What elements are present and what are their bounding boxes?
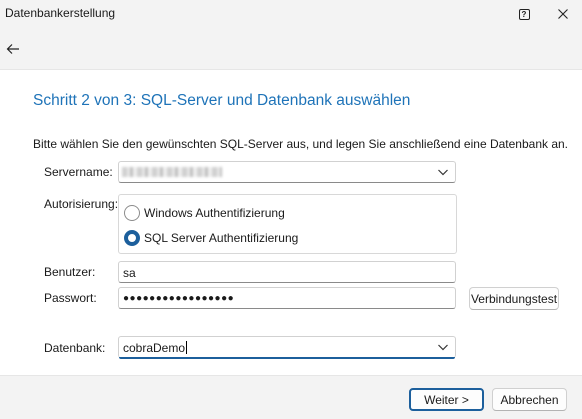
- database-dropdown[interactable]: cobraDemo: [118, 336, 456, 359]
- focus-underline: [119, 357, 455, 359]
- user-value: sa: [123, 266, 136, 280]
- title-bar: Datenbankerstellung ?: [0, 0, 582, 30]
- radio-sql-auth[interactable]: SQL Server Authentifizierung: [124, 229, 298, 247]
- database-value: cobraDemo: [123, 341, 186, 355]
- database-label: Datenbank:: [44, 341, 106, 355]
- navigation-bar: [0, 30, 582, 70]
- auth-options-group: Windows Authentifizierung SQL Server Aut…: [118, 194, 457, 254]
- intro-text: Bitte wählen Sie den gewünschten SQL-Ser…: [33, 137, 569, 151]
- user-input[interactable]: sa: [118, 261, 456, 283]
- help-button[interactable]: ?: [515, 5, 533, 23]
- window-title: Datenbankerstellung: [5, 6, 116, 20]
- cancel-button[interactable]: Abbrechen: [492, 388, 567, 411]
- page-heading: Schritt 2 von 3: SQL-Server und Datenban…: [33, 92, 411, 109]
- chevron-down-icon: [438, 344, 448, 351]
- database-value-wrap: cobraDemo: [123, 341, 188, 355]
- password-value: ●●●●●●●●●●●●●●●●●: [123, 293, 235, 304]
- auth-label: Autorisierung:: [44, 197, 119, 211]
- server-name-redacted: [122, 167, 222, 177]
- server-dropdown[interactable]: [118, 161, 456, 183]
- help-icon: ?: [518, 8, 530, 20]
- chevron-down-icon: [438, 169, 448, 176]
- footer-bar: Weiter > Abbrechen: [0, 375, 582, 419]
- server-label: Servername:: [44, 165, 113, 179]
- text-caret: [186, 341, 188, 354]
- connection-test-button[interactable]: Verbindungstest: [469, 287, 559, 310]
- radio-button-selected[interactable]: [124, 230, 140, 246]
- close-button[interactable]: [553, 4, 573, 24]
- back-arrow-icon: [6, 44, 19, 54]
- radio-label: Windows Authentifizierung: [144, 206, 285, 220]
- radio-windows-auth[interactable]: Windows Authentifizierung: [124, 204, 285, 222]
- radio-label: SQL Server Authentifizierung: [144, 231, 299, 245]
- next-button[interactable]: Weiter >: [409, 388, 484, 411]
- password-input[interactable]: ●●●●●●●●●●●●●●●●●: [118, 287, 456, 309]
- password-label: Passwort:: [44, 291, 97, 305]
- radio-button[interactable]: [124, 205, 140, 221]
- back-button[interactable]: [3, 39, 23, 59]
- close-icon: [558, 9, 568, 19]
- user-label: Benutzer:: [44, 265, 96, 279]
